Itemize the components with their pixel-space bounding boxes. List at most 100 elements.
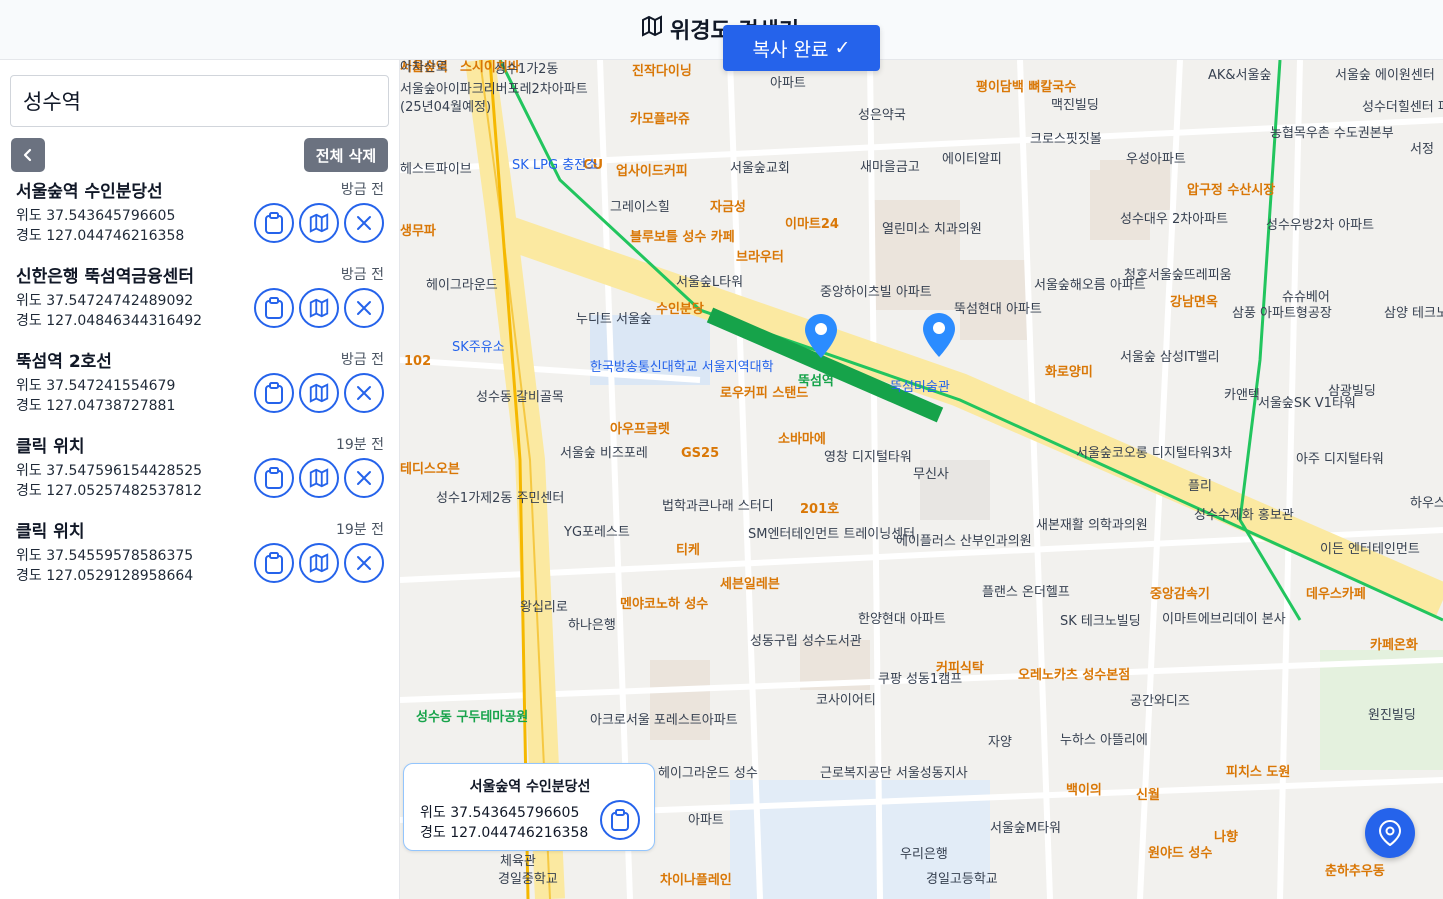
map-label[interactable]: 쿠팡 성동1캠프	[878, 672, 962, 688]
map-label[interactable]: 원진빌딩	[1368, 708, 1416, 724]
map-label[interactable]: YG포레스트	[564, 525, 630, 541]
map-label[interactable]: 뚝섬현대 아파트	[954, 302, 1042, 318]
map-label[interactable]: 삼광빌딩	[1328, 384, 1376, 400]
copy-button[interactable]	[254, 288, 294, 328]
map-label[interactable]: 공간와디즈	[1130, 694, 1190, 710]
map-label[interactable]: 102	[404, 354, 431, 370]
map-label[interactable]: 서울숲 삼성IT밸리	[1120, 350, 1220, 366]
map-label[interactable]: 뚝섬역	[798, 374, 834, 390]
map-label[interactable]: 성동구립 성수도서관	[750, 634, 862, 650]
delete-button[interactable]	[344, 288, 384, 328]
map-label[interactable]: 서울숲해오름 아파트	[1034, 278, 1146, 294]
map-label[interactable]: 성은약국	[858, 108, 906, 124]
map-label[interactable]: 오레노카츠 성수본점	[1018, 668, 1130, 684]
map-label[interactable]: 서울숲M타워	[990, 821, 1061, 837]
map-label[interactable]: 서울숲L타워	[676, 275, 743, 291]
map-label[interactable]: 수인분당	[656, 302, 704, 318]
copy-button[interactable]	[254, 203, 294, 243]
map-label[interactable]: 춘하추우동	[1325, 864, 1385, 880]
map-label[interactable]: 강남면옥	[1170, 295, 1218, 311]
map-label[interactable]: 헤이그라운드	[426, 278, 498, 294]
map-label[interactable]: 농협목우촌 수도권본부	[1270, 126, 1394, 142]
result-item[interactable]: 클릭 위치 19분 전 위도 37.54559578586375 경도 127.…	[0, 515, 400, 600]
result-item[interactable]: 클릭 위치 19분 전 위도 37.547596154428525 경도 127…	[0, 430, 400, 515]
map-label[interactable]: 데우스카페	[1306, 587, 1366, 603]
map-label[interactable]: 무신사	[913, 467, 949, 483]
map-label[interactable]: 생무파	[400, 224, 436, 240]
map-label[interactable]: 맥진빌딩	[1051, 98, 1099, 114]
map-label[interactable]: SK LPG 충전소	[512, 158, 598, 174]
map-label[interactable]: 자양	[988, 735, 1012, 751]
map-label[interactable]: 카페온화	[1370, 638, 1418, 654]
map-label[interactable]: 성수우방2차 아파트	[1266, 218, 1374, 234]
map-label[interactable]: 하우스 세종터	[1410, 496, 1443, 512]
map-label[interactable]: 평이담백 뼈칼국수	[976, 80, 1076, 96]
delete-button[interactable]	[344, 458, 384, 498]
map-label[interactable]: 서울숲교회	[730, 161, 790, 177]
map-label[interactable]: 이마트에브리데이 본사	[1162, 612, 1286, 628]
map-label[interactable]: 업사이드커피	[616, 164, 688, 180]
map-label[interactable]: 201호	[800, 502, 839, 518]
map-label[interactable]: 서울숲코오롱 디지털타워3차	[1076, 446, 1232, 462]
result-item[interactable]: 신한은행 뚝섬역금융센터 방금 전 위도 37.54724742489092 경…	[0, 260, 400, 345]
map-label[interactable]: 우리은행	[900, 847, 948, 863]
copy-button[interactable]	[254, 373, 294, 413]
map-label[interactable]: 새마을금고	[860, 160, 920, 176]
map-label[interactable]: 왕십리로	[520, 600, 568, 616]
delete-button[interactable]	[344, 203, 384, 243]
map-label[interactable]: 중앙하이츠빌 아파트	[820, 285, 932, 301]
map-label[interactable]: 중앙감속기	[1150, 587, 1210, 603]
map-label[interactable]: 화로양미	[1045, 365, 1093, 381]
map-label[interactable]: 서정	[1410, 142, 1434, 158]
map-label[interactable]: (25년04월예정)	[400, 100, 491, 116]
map-label[interactable]: 성수동 갈비골목	[476, 390, 564, 406]
map-label[interactable]: 삼풍 아파트형공장	[1232, 306, 1332, 322]
map-label[interactable]: 한국방송통신대학교 서울지역대학	[590, 360, 774, 376]
map-label[interactable]: 영창 디지털타워	[824, 450, 912, 466]
map-label[interactable]: 열린미소 치과의원	[882, 222, 982, 238]
map-label[interactable]: 서울숲 에이원센터	[1335, 68, 1435, 84]
show-on-map-button[interactable]	[299, 543, 339, 583]
map-label[interactable]: 서울숲 비즈포레	[560, 446, 648, 462]
back-button[interactable]	[11, 138, 45, 172]
show-on-map-button[interactable]	[299, 373, 339, 413]
map-label[interactable]: 그레이스힐	[610, 200, 670, 216]
map-label[interactable]: GS25	[681, 446, 719, 462]
result-item[interactable]: 서울숲역 수인분당선 방금 전 위도 37.543645796605 경도 12…	[0, 175, 400, 260]
map-label[interactable]: 백이의	[1066, 783, 1102, 799]
map-label[interactable]: 새본재활 의학과의원	[1036, 518, 1148, 534]
info-copy-button[interactable]	[600, 800, 640, 840]
map-label[interactable]: 뚝섬미술관	[890, 380, 950, 396]
map-label[interactable]: 성수대우 2차아파트	[1120, 212, 1228, 228]
map-label[interactable]: 서울숲아이파크리버포레2차아파트	[400, 82, 588, 98]
my-location-button[interactable]	[1365, 808, 1415, 858]
map-label[interactable]: 에이티알피	[942, 152, 1002, 168]
copy-button[interactable]	[254, 543, 294, 583]
map-label[interactable]: 아주 디지털타워	[1296, 452, 1384, 468]
map-label[interactable]: 아파트	[770, 76, 806, 92]
delete-button[interactable]	[344, 543, 384, 583]
map-label[interactable]: 플랜스 온더헬프	[982, 585, 1070, 601]
map-label[interactable]: 성수수제화 홍보관	[1194, 508, 1294, 524]
map-label[interactable]: 경일중학교	[498, 872, 558, 888]
map-label[interactable]: 크로스핏짓볼	[1030, 132, 1102, 148]
map-label[interactable]: 성수1가2동	[494, 62, 558, 78]
map-label[interactable]: 블루보틀 성수 카페	[630, 230, 735, 246]
map-label[interactable]: 법학과큰나래 스터디	[662, 499, 774, 515]
map-label[interactable]: 카모플라쥬	[630, 112, 690, 128]
show-on-map-button[interactable]	[299, 288, 339, 328]
map-label[interactable]: 신월	[1136, 788, 1160, 804]
map-label[interactable]: 피치스 도원	[1226, 765, 1290, 781]
map-label[interactable]: 헤이그라운드 성수	[658, 766, 758, 782]
map-label[interactable]: 압구정 수산시장	[1187, 183, 1275, 199]
map-label[interactable]: 아우프글렛	[610, 422, 670, 438]
map-label[interactable]: 나향	[1214, 830, 1238, 846]
map-label[interactable]: 체육관	[500, 854, 536, 870]
map-label[interactable]: 원야드 성수	[1148, 846, 1212, 862]
map-label[interactable]: 플리	[1188, 479, 1212, 495]
copy-button[interactable]	[254, 458, 294, 498]
map-label[interactable]: 코사이어티	[816, 693, 876, 709]
show-on-map-button[interactable]	[299, 458, 339, 498]
map-label[interactable]: SM엔터테인먼트 트레이닝센터	[748, 527, 915, 543]
map-label[interactable]: 브라우터	[736, 250, 784, 266]
